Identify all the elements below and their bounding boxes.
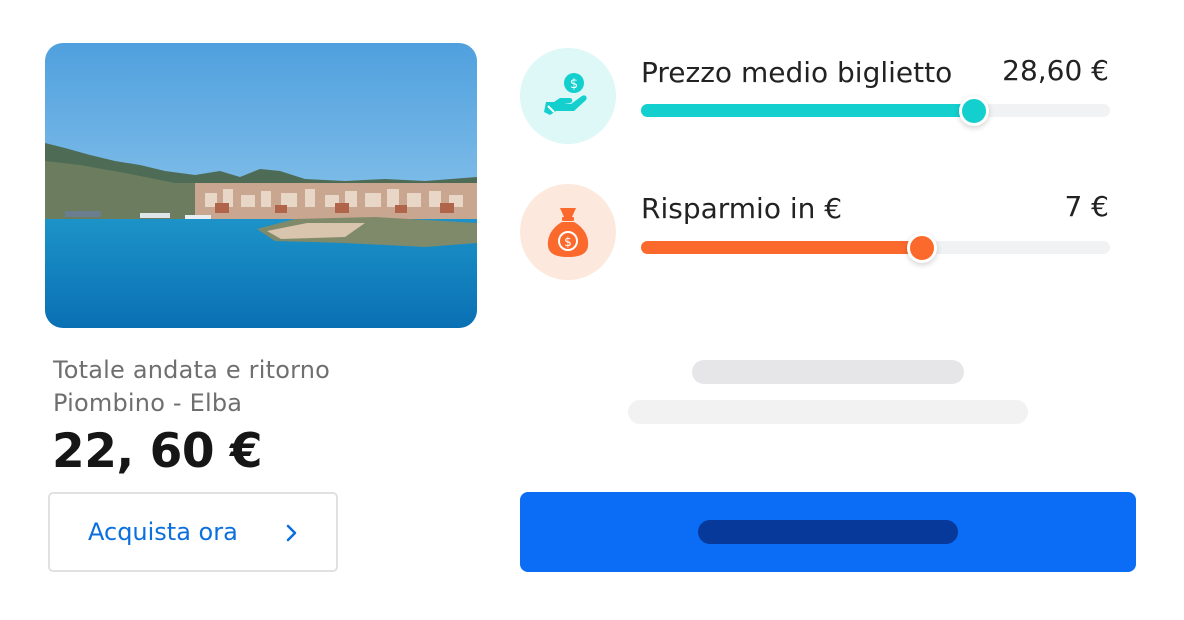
route-caption: Totale andata e ritorno [53, 356, 331, 384]
savings-fill [641, 241, 923, 254]
avg-ticket-price-value: 28,60 € [1002, 54, 1109, 87]
savings-handle[interactable] [907, 232, 938, 263]
savings-label: Risparmio in € [641, 192, 843, 225]
total-price: 22, 60 € [52, 424, 263, 479]
savings-value: 7 € [1064, 190, 1109, 223]
hand-coin-icon: $ [520, 48, 616, 144]
buy-now-label: Acquista ora [88, 518, 238, 546]
route-name: Piombino - Elba [53, 389, 243, 417]
avg-ticket-price-fill [641, 104, 974, 117]
primary-action-placeholder [698, 520, 958, 544]
chevron-right-icon [286, 524, 297, 542]
buy-now-button[interactable]: Acquista ora [48, 492, 338, 572]
svg-text:$: $ [564, 235, 572, 249]
savings-slider[interactable] [641, 232, 1110, 263]
avg-ticket-price-label: Prezzo medio biglietto [641, 56, 953, 89]
avg-ticket-price-slider[interactable] [641, 95, 1110, 126]
money-bag-icon: $ [520, 184, 616, 280]
destination-photo [45, 43, 477, 328]
placeholder-line-2 [628, 400, 1028, 424]
avg-ticket-price-handle[interactable] [958, 95, 989, 126]
svg-text:$: $ [570, 77, 578, 92]
primary-action-button[interactable] [520, 492, 1136, 572]
placeholder-line-1 [692, 360, 964, 384]
